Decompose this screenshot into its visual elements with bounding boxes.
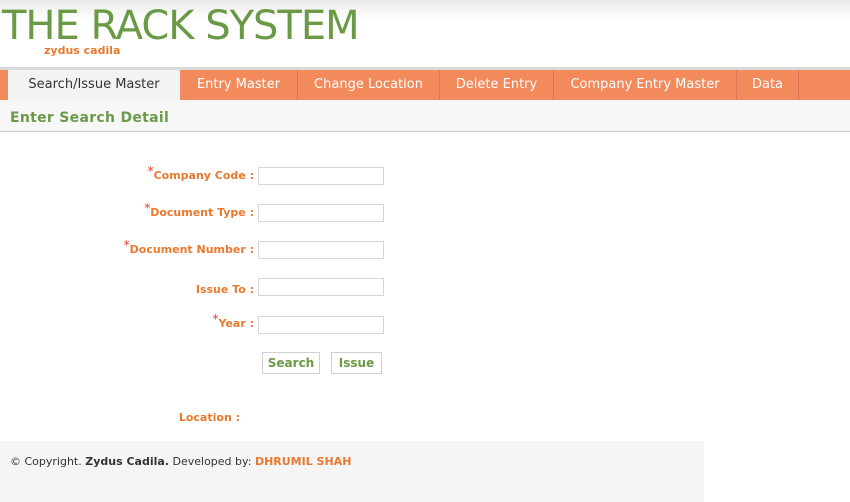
page-header: THE RACK SYSTEM zydus cadila xyxy=(0,0,850,66)
required-mark: * xyxy=(144,201,151,215)
year-label: *Year : xyxy=(212,312,255,330)
tab-delete-entry[interactable]: Delete Entry xyxy=(440,70,554,100)
company-code-label: *Company Code : xyxy=(147,164,254,182)
footer-copyright: © Copyright. Zydus Cadila. Developed by:… xyxy=(10,455,352,468)
app-subtitle: zydus cadila xyxy=(44,44,121,57)
year-input[interactable] xyxy=(258,316,384,334)
section-divider xyxy=(0,131,850,132)
section-title: Enter Search Detail xyxy=(10,110,170,126)
required-mark: * xyxy=(147,164,154,178)
document-type-input[interactable] xyxy=(258,204,384,222)
issue-to-label: Issue To : xyxy=(195,283,254,296)
issue-to-input[interactable] xyxy=(258,278,384,296)
app-title: THE RACK SYSTEM xyxy=(2,3,360,49)
required-mark: * xyxy=(212,312,219,326)
location-label: Location : xyxy=(178,411,240,424)
footer-developer: DHRUMIL SHAH xyxy=(254,455,352,468)
page-footer: © Copyright. Zydus Cadila. Developed by:… xyxy=(0,441,704,502)
main-nav: Search/Issue Master Entry Master Change … xyxy=(0,67,850,100)
document-type-label: *Document Type : xyxy=(144,201,254,219)
required-mark: * xyxy=(123,238,130,252)
document-number-input[interactable] xyxy=(258,241,384,259)
footer-company: Zydus Cadila. xyxy=(85,455,169,468)
company-code-input[interactable] xyxy=(258,167,384,185)
tab-data[interactable]: Data xyxy=(737,70,799,100)
document-number-label: *Document Number : xyxy=(123,238,254,256)
tab-change-location[interactable]: Change Location xyxy=(298,70,440,100)
tab-search-issue-master[interactable]: Search/Issue Master xyxy=(8,70,180,100)
tab-entry-master[interactable]: Entry Master xyxy=(180,70,298,100)
issue-button[interactable]: Issue xyxy=(331,352,382,374)
tab-company-entry-master[interactable]: Company Entry Master xyxy=(554,70,737,100)
search-button[interactable]: Search xyxy=(262,352,320,374)
